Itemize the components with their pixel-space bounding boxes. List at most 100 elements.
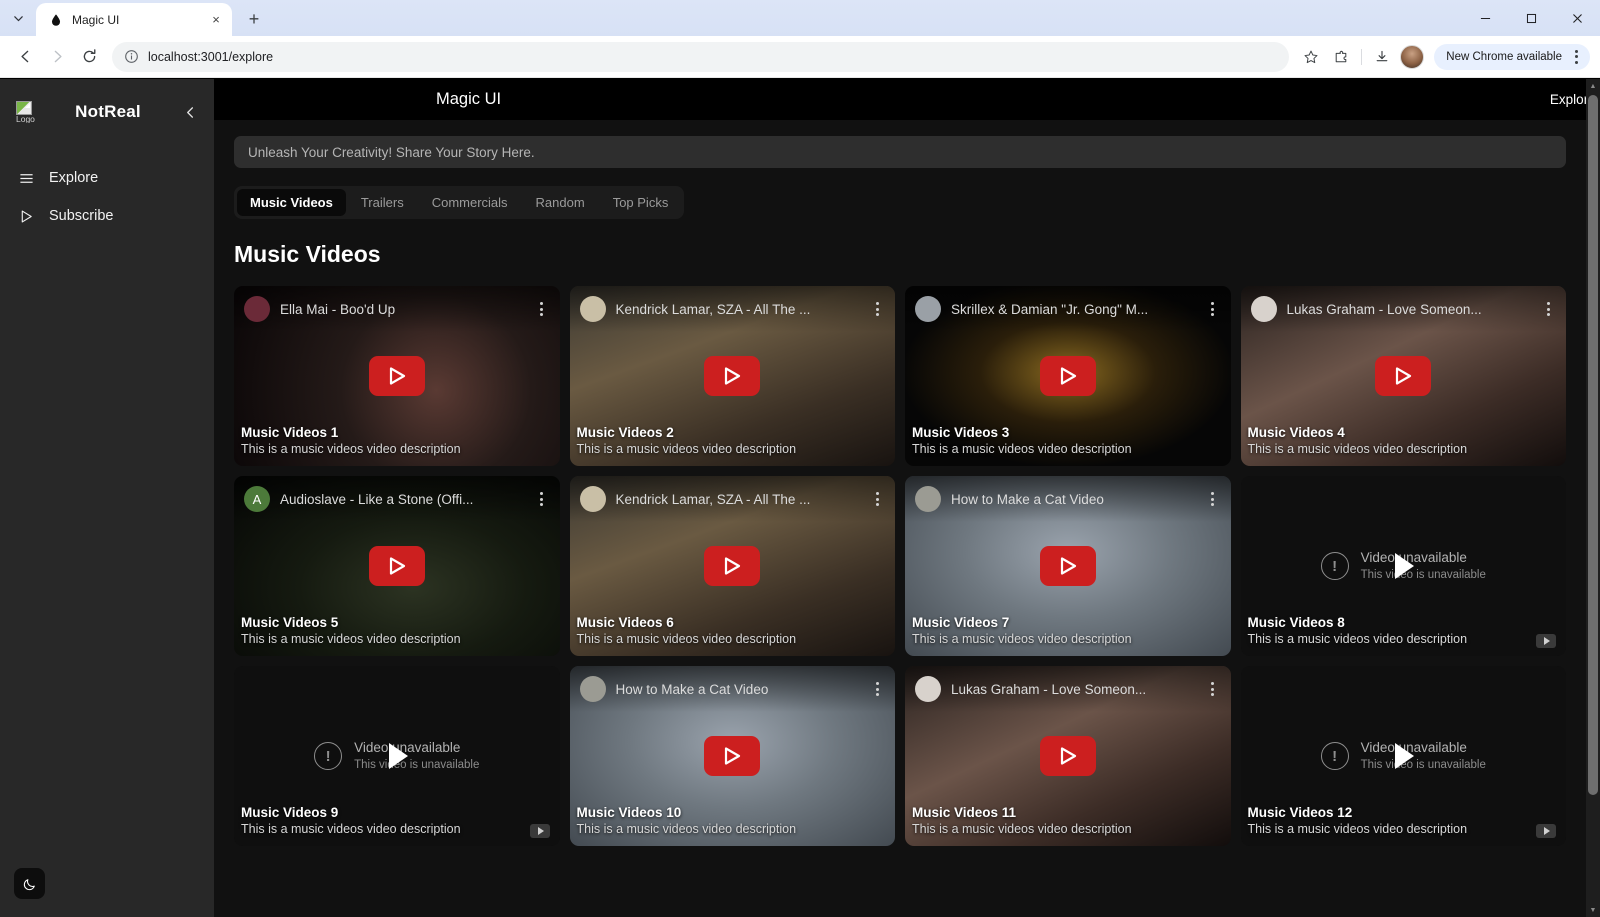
video-card[interactable]: How to Make a Cat Video Music Videos 7 Thi… [905,476,1231,656]
sidebar-item-subscribe[interactable]: Subscribe [0,197,214,235]
embed-video-title[interactable]: Ella Mai - Boo'd Up [280,302,524,317]
channel-avatar[interactable] [915,296,941,322]
video-card[interactable]: Skrillex & Damian "Jr. Gong" M... Music V… [905,286,1231,466]
card-description: This is a music videos video description [1247,632,1468,646]
play-button[interactable] [1039,356,1096,396]
new-tab-button[interactable]: + [240,5,268,33]
tab-commercials[interactable]: Commercials [419,189,521,216]
tab-music-videos[interactable]: Music Videos [237,189,346,216]
video-card[interactable]: Lukas Graham - Love Someon... Music Video… [905,666,1231,846]
embed-video-title[interactable]: Kendrick Lamar, SZA - All The ... [616,302,860,317]
channel-avatar[interactable] [579,676,606,702]
close-icon[interactable]: × [208,12,224,28]
sidebar-header: Logo NotReal [0,79,214,145]
card-description: This is a music videos video description [1247,822,1468,836]
play-button[interactable] [704,736,761,776]
play-button[interactable] [368,546,425,586]
back-arrow-icon[interactable] [10,42,40,72]
scroll-up-arrow-icon[interactable]: ▲ [1586,79,1600,93]
scroll-down-arrow-icon[interactable]: ▼ [1586,903,1600,917]
play-button[interactable] [371,737,423,775]
maximize-button[interactable] [1508,0,1554,36]
card-title: Music Videos 1 [241,425,339,440]
video-card[interactable]: ! Video unavailable This video is unavaila… [1240,666,1567,846]
channel-avatar[interactable] [915,486,941,512]
tab-top-picks[interactable]: Top Picks [600,189,682,216]
app-topbar: Magic UI Explore Log in Sign up [428,79,1600,120]
play-button[interactable] [1039,546,1096,586]
video-card[interactable]: How to Make a Cat Video Music Videos 10 Th… [569,666,895,846]
share-story-input[interactable]: Unleash Your Creativity! Share Your Stor… [234,136,1566,168]
kebab-menu-icon[interactable] [869,682,885,696]
card-footer: Music Videos 5 This is a music videos vid… [234,608,560,656]
profile-avatar[interactable] [1398,43,1426,71]
channel-avatar[interactable]: A [244,486,270,512]
scrollbar-thumb[interactable] [1588,95,1598,795]
embed-video-title[interactable]: Kendrick Lamar, SZA - All The ... [616,492,860,507]
logo-alt-text: Logo [16,114,35,123]
kebab-menu-icon[interactable] [869,302,885,316]
card-footer: Music Videos 7 This is a music videos vid… [905,608,1231,656]
play-button[interactable] [1375,356,1432,396]
chrome-update-pill[interactable]: New Chrome available [1434,43,1590,70]
kebab-menu-icon[interactable] [1205,492,1221,506]
extensions-icon[interactable] [1327,43,1355,71]
address-bar[interactable]: localhost:3001/explore [112,41,1290,72]
embed-header: Lukas Graham - Love Someon... [905,666,1231,712]
embed-video-title[interactable]: How to Make a Cat Video [616,682,860,697]
card-footer: Music Videos 8 This is a music videos vid… [1241,608,1567,656]
kebab-menu-icon[interactable] [1205,302,1221,316]
channel-avatar[interactable] [244,296,270,322]
video-card[interactable]: ! Video unavailable This video is unavaila… [1240,476,1567,656]
video-card[interactable]: A Audioslave - Like a Stone (Offi... Music… [234,476,560,656]
window-close-button[interactable] [1554,0,1600,36]
play-button[interactable] [704,546,761,586]
star-icon[interactable] [1297,43,1325,71]
video-card[interactable]: Kendrick Lamar, SZA - All The ... Music V… [569,476,895,656]
play-button[interactable] [1039,736,1096,776]
channel-avatar[interactable] [1250,296,1277,322]
video-card[interactable]: Ella Mai - Boo'd Up Music Videos 1 This is… [234,286,560,466]
play-button[interactable] [1377,737,1429,775]
page-scrollbar[interactable]: ▲ ▼ [1586,79,1600,917]
theme-toggle-button[interactable] [14,868,45,899]
play-button[interactable] [368,356,425,396]
download-icon[interactable] [1368,43,1396,71]
video-card[interactable]: Kendrick Lamar, SZA - All The ... Music V… [569,286,895,466]
chevron-left-icon[interactable] [180,102,200,122]
embed-video-title[interactable]: How to Make a Cat Video [951,492,1195,507]
embed-video-title[interactable]: Lukas Graham - Love Someon... [1287,302,1531,317]
embed-video-title[interactable]: Skrillex & Damian "Jr. Gong" M... [951,302,1195,317]
video-card[interactable]: Lukas Graham - Love Someon... Music Video… [1240,286,1566,466]
card-description: This is a music videos video description [241,632,461,646]
play-button[interactable] [704,356,761,396]
kebab-menu-icon[interactable] [1205,682,1221,696]
sidebar-item-explore[interactable]: Explore [0,159,214,197]
reload-icon[interactable] [74,42,104,72]
play-button[interactable] [1377,547,1429,585]
minimize-button[interactable] [1462,0,1508,36]
tab-trailers[interactable]: Trailers [348,189,417,216]
embed-video-title[interactable]: Audioslave - Like a Stone (Offi... [280,492,524,507]
card-title: Music Videos 9 [241,805,339,820]
browser-tab-strip: Magic UI × + [0,0,1600,36]
tab-random[interactable]: Random [523,189,598,216]
embed-video-title[interactable]: Lukas Graham - Love Someon... [951,682,1195,697]
tab-search-chevron-icon[interactable] [5,5,31,31]
browser-tab[interactable]: Magic UI × [36,3,232,36]
channel-avatar[interactable] [579,486,606,512]
content-scroll-area: Unleash Your Creativity! Share Your Stor… [214,120,1586,917]
info-circle-icon[interactable] [124,49,139,64]
kebab-menu-icon[interactable] [534,492,550,506]
channel-avatar[interactable] [579,296,606,322]
address-bar-url: localhost:3001/explore [148,49,274,64]
forward-arrow-icon[interactable] [42,42,72,72]
kebab-menu-icon[interactable] [1566,46,1586,68]
browser-window: Magic UI × + localhost:3001/explore New … [0,0,1600,917]
kebab-menu-icon[interactable] [1540,302,1556,316]
kebab-menu-icon[interactable] [534,302,550,316]
channel-avatar[interactable] [915,676,941,702]
video-card[interactable]: ! Video unavailable This video is unavaila… [234,666,560,846]
card-footer: Music Videos 12 This is a music videos vi… [1241,798,1567,846]
kebab-menu-icon[interactable] [869,492,885,506]
